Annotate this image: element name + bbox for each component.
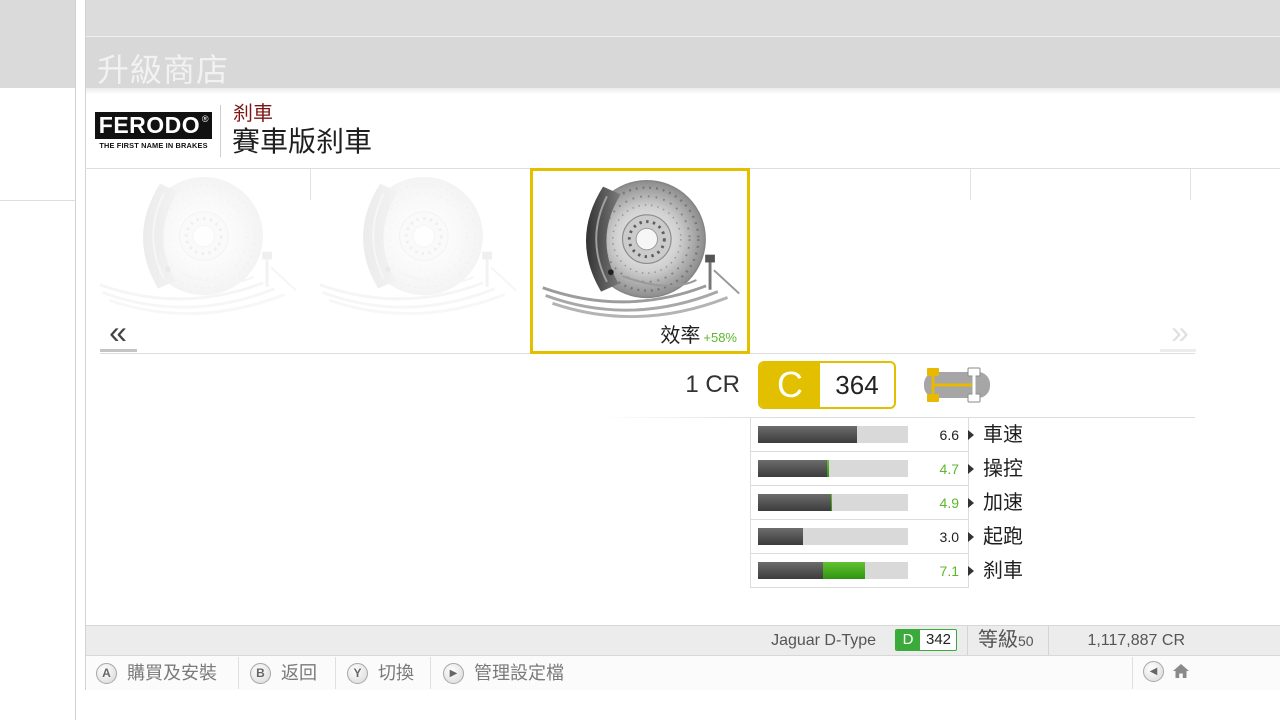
- stat-label: 加速: [983, 492, 1023, 514]
- pi-value: 364: [835, 370, 879, 400]
- status-separator: [967, 626, 968, 655]
- stat-row-handling: 4.7 操控: [750, 452, 1050, 486]
- efficiency-stat: 效率 +58%: [660, 324, 737, 350]
- logo-plate: FERODO ®: [95, 112, 212, 139]
- back-button[interactable]: B 返回: [250, 660, 317, 686]
- button-label: 返回: [281, 663, 317, 683]
- stat-label: 操控: [983, 458, 1023, 480]
- gutter-line: [75, 0, 76, 720]
- stat-bar-track: [758, 460, 908, 477]
- button-separator: [1132, 657, 1133, 689]
- stat-bar-upgrade-fill: [830, 494, 832, 511]
- level-label: 等級: [978, 629, 1018, 651]
- stat-bar-current-fill: [758, 460, 827, 477]
- logo-tagline: THE FIRST NAME IN BRAKES: [99, 141, 208, 150]
- efficiency-label: 效率: [660, 325, 701, 347]
- brand-divider: [220, 105, 221, 157]
- stat-pointer-icon: [968, 430, 974, 440]
- buy-install-button[interactable]: A 購買及安裝: [96, 660, 217, 686]
- header-top-band: [86, 0, 1280, 37]
- y-button-icon: Y: [347, 662, 368, 684]
- stat-value: 7.1: [939, 563, 959, 579]
- header-left-panel: [0, 0, 76, 88]
- part-category: 刹車: [233, 103, 273, 125]
- logo-wordmark: FERODO: [98, 112, 201, 138]
- stat-label: 刹車: [983, 560, 1023, 582]
- button-label: 購買及安裝: [127, 663, 217, 683]
- car-class-badge: D 342: [895, 629, 957, 651]
- double-chevron-right-icon[interactable]: »: [1162, 314, 1198, 350]
- stat-bar-track: [758, 494, 908, 511]
- next-arrow-underline: [1160, 349, 1196, 352]
- stat-bar-current-fill: [758, 426, 857, 443]
- upgrade-price: 1 CR: [685, 371, 740, 398]
- back-circle-icon[interactable]: ◀: [1143, 661, 1164, 682]
- stat-value: 4.7: [939, 461, 959, 477]
- stat-row-speed: 6.6 車速: [750, 418, 1050, 452]
- stat-label: 起跑: [983, 526, 1023, 548]
- stat-row-acceleration: 4.9 加速: [750, 486, 1050, 520]
- stat-bar-track: [758, 562, 908, 579]
- efficiency-delta: +58%: [703, 330, 737, 345]
- start-button-icon: ▶: [443, 662, 464, 684]
- double-chevron-left-icon[interactable]: «: [100, 314, 136, 350]
- status-separator: [1048, 626, 1049, 655]
- stat-bar-current-fill: [758, 562, 823, 579]
- level-value: 50: [1018, 633, 1034, 649]
- carousel-item-brake-disc[interactable]: [310, 168, 530, 354]
- stat-value: 4.9: [939, 495, 959, 511]
- home-icon[interactable]: [1172, 663, 1190, 679]
- button-separator: [335, 657, 336, 689]
- stat-pointer-icon: [968, 464, 974, 474]
- prev-arrow-underline: [100, 349, 137, 352]
- stat-pointer-icon: [968, 532, 974, 542]
- stat-row-launch: 3.0 起跑: [750, 520, 1050, 554]
- manage-setups-button[interactable]: ▶ 管理設定檔: [443, 660, 564, 686]
- switch-button[interactable]: Y 切換: [347, 660, 414, 686]
- stat-pointer-icon: [968, 498, 974, 508]
- stat-pointer-icon: [968, 566, 974, 576]
- stat-label: 車速: [983, 424, 1023, 446]
- car-pi-value: 342: [925, 631, 952, 648]
- stat-bar-upgrade-fill: [822, 562, 865, 579]
- driver-level: 等級50: [978, 627, 1034, 654]
- gutter-line: [85, 0, 86, 690]
- button-label: 切換: [378, 663, 414, 683]
- stat-bar-track: [758, 528, 908, 545]
- stat-value: 6.6: [939, 427, 959, 443]
- b-button-icon: B: [250, 662, 271, 684]
- stat-value: 3.0: [939, 529, 959, 545]
- stat-bar-upgrade-fill: [827, 460, 829, 477]
- car-class-letter: D: [896, 630, 920, 650]
- ferodo-logo: FERODO ® THE FIRST NAME IN BRAKES: [95, 112, 212, 152]
- carousel-item-selected[interactable]: 效率 +58%: [530, 168, 750, 354]
- carousel-column-divider: [970, 169, 971, 200]
- credits-balance: 1,117,887 CR: [1087, 632, 1185, 649]
- registered-mark: ®: [201, 114, 209, 124]
- carousel-column-divider: [1190, 169, 1191, 200]
- button-separator: [238, 657, 239, 689]
- gutter-divider: [0, 200, 75, 201]
- stat-bar-track: [758, 426, 908, 443]
- car-name: Jaguar D-Type: [771, 632, 876, 649]
- brake-disc-image: [310, 168, 524, 348]
- header-shadow: [86, 88, 1280, 94]
- a-button-icon: A: [96, 662, 117, 684]
- stat-bar-current-fill: [758, 494, 831, 511]
- upgrade-shop-screen: 升級商店 FERODO ® THE FIRST NAME IN BRAKES 刹…: [0, 0, 1280, 720]
- stat-bar-current-fill: [758, 528, 803, 545]
- stat-row-braking: 7.1 刹車: [750, 554, 1050, 588]
- button-separator: [430, 657, 431, 689]
- page-title: 升級商店: [97, 52, 230, 88]
- button-label: 管理設定檔: [474, 663, 564, 683]
- performance-index-badge: C 364: [758, 361, 896, 409]
- pi-class-letter: C: [760, 363, 820, 407]
- part-name: 賽車版刹車: [232, 126, 373, 157]
- car-drivetrain-icon: [924, 367, 990, 403]
